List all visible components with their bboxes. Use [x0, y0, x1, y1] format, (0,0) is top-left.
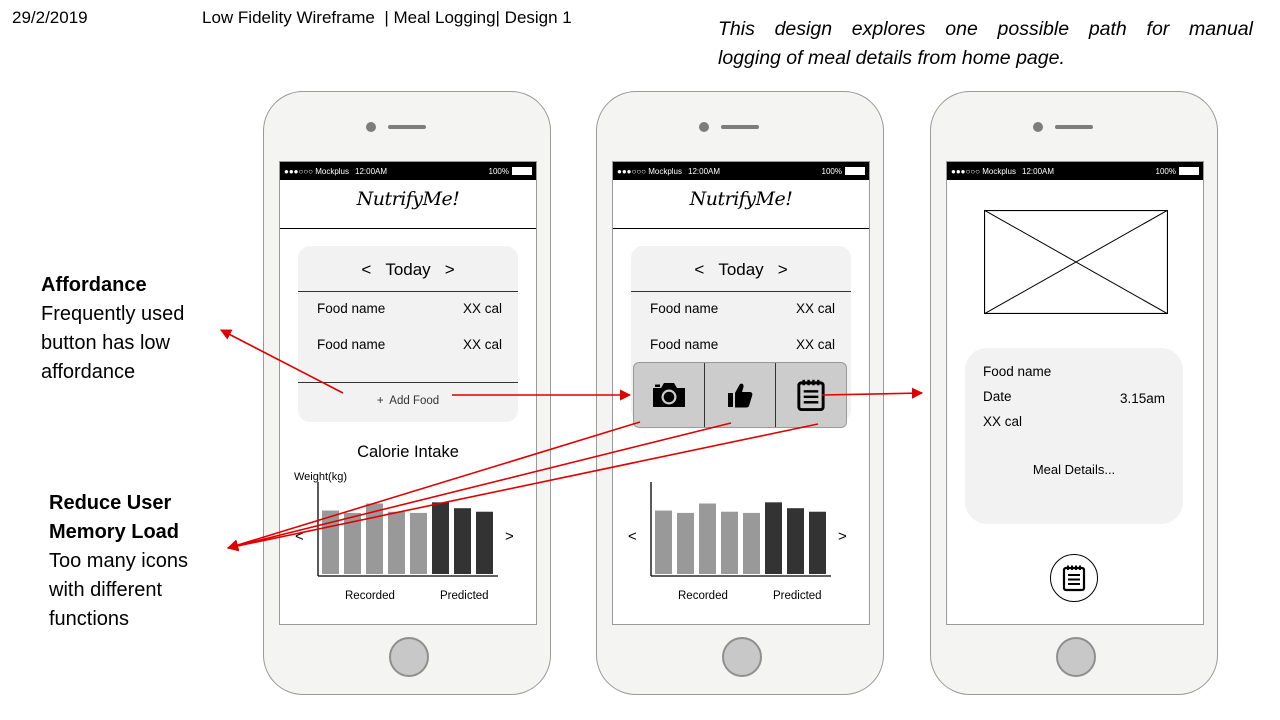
arrow-like-to-note [226, 422, 732, 552]
arrow-popup-to-detail [821, 387, 924, 399]
arrow-affordance [220, 329, 344, 394]
arrow-notepad-to-note [226, 423, 819, 552]
arrow-camera-to-note [226, 421, 641, 551]
annotation-arrows [220, 329, 924, 552]
